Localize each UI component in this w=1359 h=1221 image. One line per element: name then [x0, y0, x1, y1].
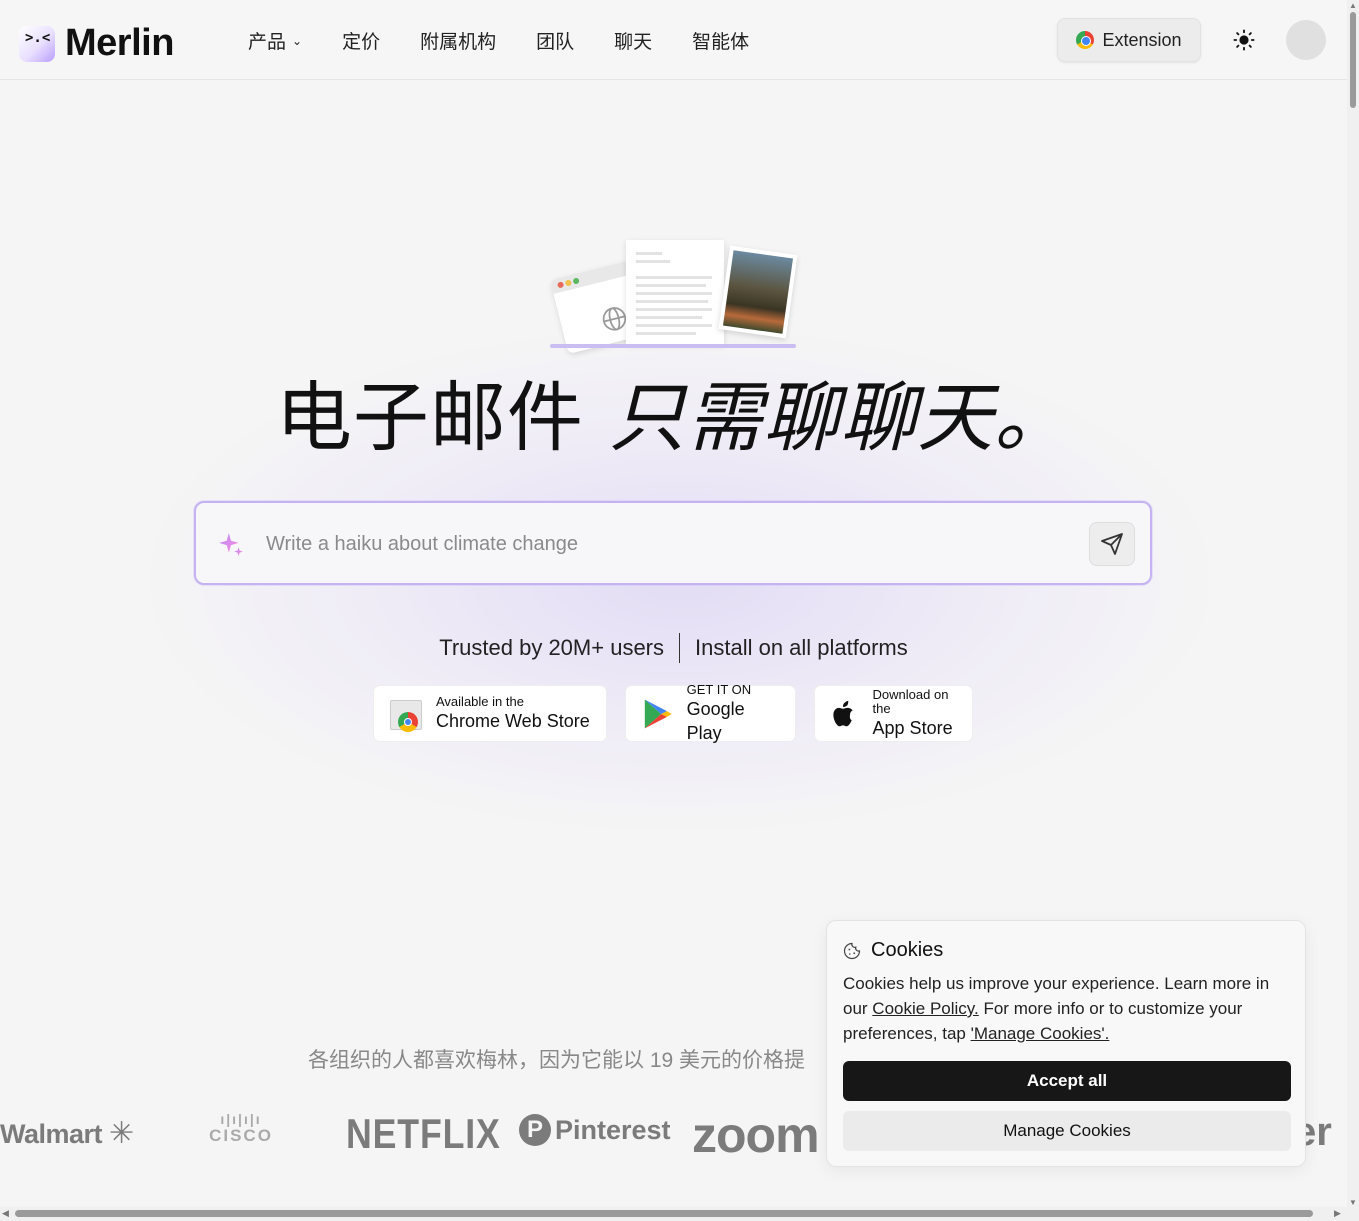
horizontal-scrollbar[interactable]: ◀ ▶	[0, 1207, 1347, 1221]
cisco-logo: ı|ı|ı|ı CISCO	[209, 1111, 273, 1145]
manage-cookies-button[interactable]: Manage Cookies	[843, 1111, 1291, 1151]
prompt-input[interactable]	[266, 525, 1066, 563]
app-store-badge[interactable]: Download on the App Store	[815, 686, 972, 741]
store-big-label: App Store	[872, 717, 953, 738]
trust-row: Trusted by 20M+ users Install on all pla…	[0, 633, 1347, 663]
send-button[interactable]	[1089, 522, 1135, 566]
netflix-logo: NETFLIX	[346, 1110, 501, 1157]
cookie-icon	[843, 942, 861, 959]
cookie-banner: Cookies Cookies help us improve your exp…	[826, 920, 1306, 1167]
nav-products-label: 产品	[248, 32, 287, 53]
store-badges: Available in the Chrome Web Store GET IT…	[374, 681, 972, 743]
chevron-down-icon: ⌄	[292, 33, 303, 48]
photo-illustration	[718, 245, 798, 339]
apple-icon	[833, 700, 853, 726]
zoom-logo: zoom	[692, 1107, 820, 1163]
scroll-right-arrow-icon[interactable]: ▶	[1334, 1208, 1341, 1219]
headline-regular: 电子邮件	[275, 373, 610, 462]
hero-headline: 电子邮件 只需聊聊天。	[0, 356, 1347, 466]
nav-pricing[interactable]: 定价	[342, 27, 380, 54]
sun-icon	[1233, 29, 1255, 51]
store-small-label: GET IT ON	[686, 681, 752, 697]
vertical-scroll-thumb[interactable]	[1350, 12, 1356, 108]
orgs-tagline: 各组织的人都喜欢梅林，因为它能以 19 美元的价格提	[308, 1049, 806, 1072]
google-play-badge[interactable]: GET IT ON Google Play	[626, 681, 795, 743]
merlin-logo-mark: >.<	[19, 25, 55, 62]
extension-button[interactable]: Extension	[1057, 18, 1201, 62]
store-small-label: Available in the	[436, 693, 524, 709]
merlin-logo[interactable]: >.< Merlin	[19, 22, 174, 65]
send-icon	[1101, 533, 1123, 555]
scroll-left-arrow-icon[interactable]: ◀	[2, 1208, 9, 1219]
horizontal-scroll-thumb[interactable]	[15, 1210, 1313, 1217]
scroll-up-arrow-icon[interactable]: ▲	[1349, 1, 1357, 10]
store-big-label: Chrome Web Store	[436, 710, 590, 731]
chrome-web-store-icon	[388, 696, 424, 732]
install-platforms-text: Install on all platforms	[695, 635, 908, 660]
cookie-text: Cookies help us improve your experience.…	[843, 974, 1270, 1043]
extension-label: Extension	[1102, 29, 1182, 50]
theme-toggle-button[interactable]	[1230, 26, 1258, 54]
manage-cookies-link[interactable]: 'Manage Cookies'.	[971, 1024, 1110, 1043]
store-big-label: Google Play	[686, 698, 745, 743]
hero-illustration	[550, 238, 800, 354]
top-header: >.< Merlin 产品 ⌄ 定价 附属机构 团队 聊天 智能体 Extens…	[0, 0, 1347, 80]
sparkle-icon	[219, 533, 243, 556]
logo-text: Merlin	[65, 22, 174, 64]
cookie-policy-link[interactable]: Cookie Policy.	[872, 999, 978, 1018]
vertical-scrollbar[interactable]: ▲ ▼	[1347, 0, 1359, 1221]
nav-affiliates[interactable]: 附属机构	[420, 27, 496, 54]
cookie-title: Cookies	[843, 939, 943, 962]
nav-chat[interactable]: 聊天	[614, 27, 652, 54]
main-nav: 产品 ⌄ 定价 附属机构 团队 聊天 智能体	[248, 27, 789, 54]
chrome-web-store-badge[interactable]: Available in the Chrome Web Store	[374, 686, 606, 741]
prompt-box	[194, 501, 1152, 585]
scroll-down-arrow-icon[interactable]: ▼	[1349, 1198, 1357, 1207]
nav-products[interactable]: 产品 ⌄	[248, 27, 302, 54]
chrome-icon	[1076, 31, 1095, 49]
user-avatar[interactable]	[1286, 20, 1326, 60]
nav-team[interactable]: 团队	[536, 27, 574, 54]
headline-italic: 只需聊聊天。	[609, 373, 1072, 462]
nav-agents[interactable]: 智能体	[692, 27, 749, 54]
trusted-users-text: Trusted by 20M+ users	[439, 635, 664, 660]
pinterest-logo: P Pinterest	[519, 1114, 671, 1146]
store-small-label: Download on the	[872, 686, 949, 716]
google-play-icon	[644, 699, 672, 728]
divider	[679, 633, 680, 663]
accept-all-button[interactable]: Accept all	[843, 1061, 1291, 1101]
walmart-logo: Walmart ✳	[0, 1117, 134, 1150]
cookie-title-text: Cookies	[871, 939, 944, 961]
document-illustration	[626, 240, 724, 344]
